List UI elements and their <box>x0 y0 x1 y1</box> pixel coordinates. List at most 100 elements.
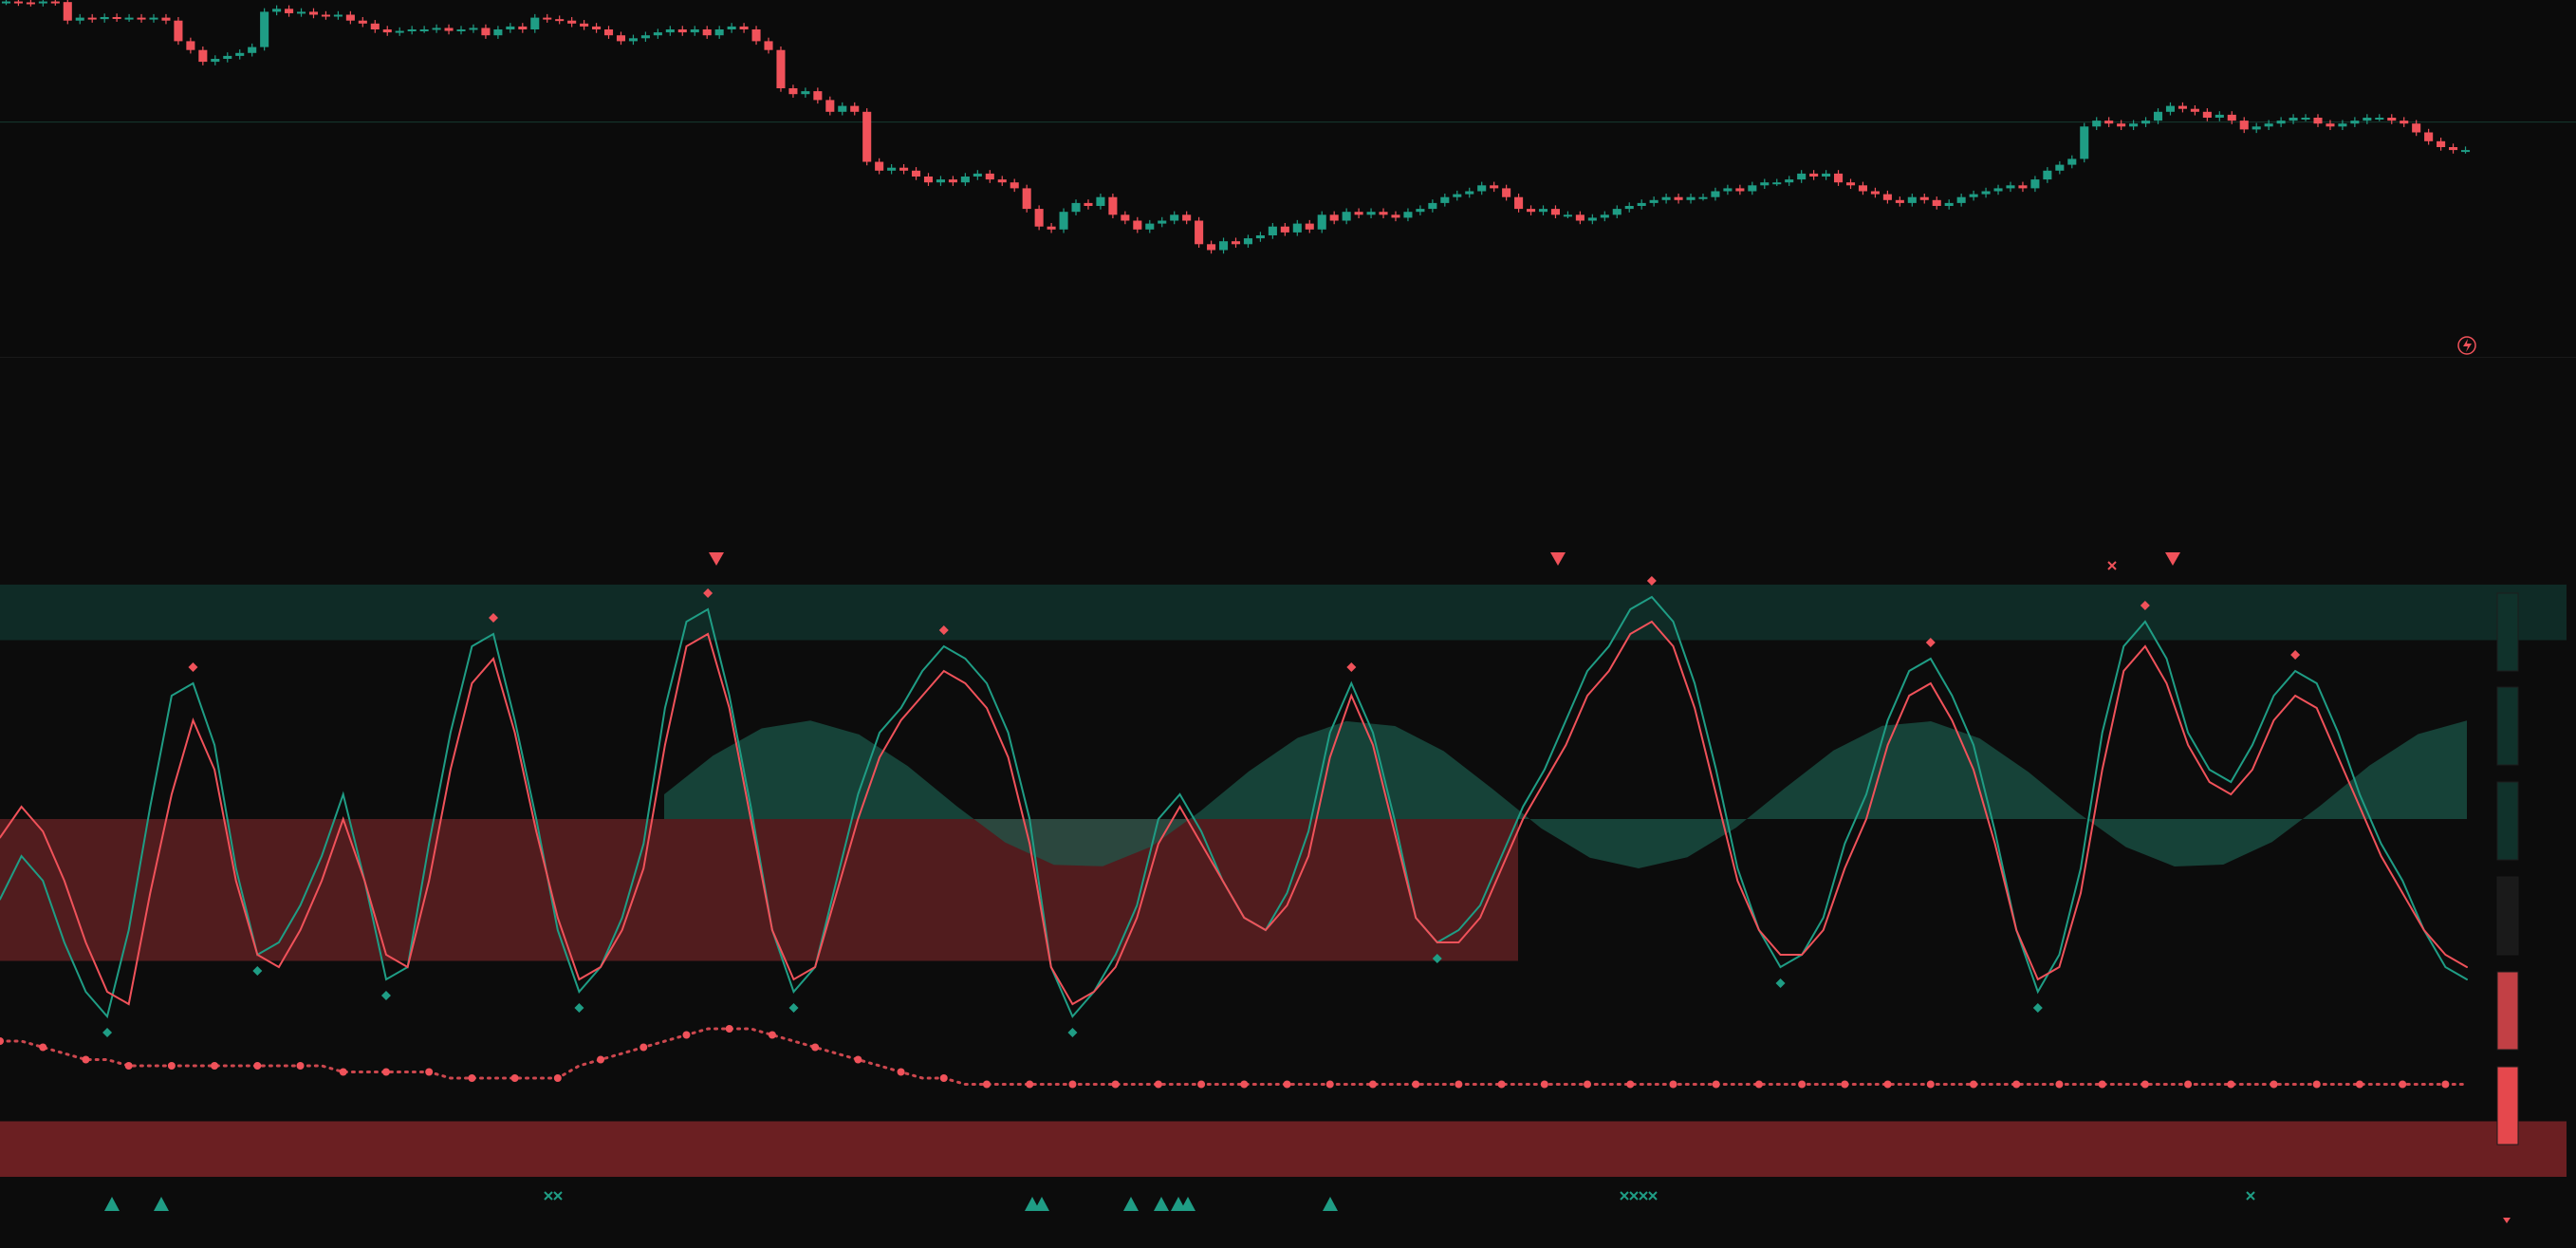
candle-body[interactable] <box>87 17 97 20</box>
candle-body[interactable] <box>1637 202 1646 206</box>
candle-body[interactable] <box>2104 121 2114 124</box>
candle-body[interactable] <box>1034 209 1044 227</box>
candle-body[interactable] <box>333 14 343 17</box>
candle-body[interactable] <box>948 179 957 183</box>
candle-body[interactable] <box>2400 121 2409 124</box>
candle-body[interactable] <box>2129 123 2139 127</box>
candle-body[interactable] <box>1379 212 1388 215</box>
candle-body[interactable] <box>1490 185 1499 189</box>
candle-body[interactable] <box>1071 202 1081 213</box>
candle-body[interactable] <box>739 26 749 29</box>
candle-body[interactable] <box>1870 191 1880 195</box>
candle-body[interactable] <box>2387 118 2397 121</box>
candle-body[interactable] <box>1403 212 1413 218</box>
candle-body[interactable] <box>395 30 404 33</box>
candle-body[interactable] <box>2190 108 2199 112</box>
candle-body[interactable] <box>2276 121 2286 124</box>
candle-body[interactable] <box>419 29 429 31</box>
candle-body[interactable] <box>1600 214 1609 218</box>
candle-body[interactable] <box>776 49 786 88</box>
candle-body[interactable] <box>899 167 909 171</box>
candle-body[interactable] <box>1280 226 1289 233</box>
candle-body[interactable] <box>2326 123 2335 127</box>
candle-body[interactable] <box>1834 173 1844 183</box>
candle-body[interactable] <box>186 41 195 50</box>
candle-body[interactable] <box>1735 188 1745 192</box>
candle-body[interactable] <box>1785 179 1794 183</box>
candle-body[interactable] <box>530 17 540 29</box>
candle-body[interactable] <box>321 14 330 17</box>
candle-body[interactable] <box>1809 173 1819 177</box>
candle-body[interactable] <box>223 55 232 59</box>
candle-body[interactable] <box>616 35 626 42</box>
candle-body[interactable] <box>1354 212 1363 215</box>
candle-body[interactable] <box>665 29 675 33</box>
price-pane[interactable] <box>0 0 2576 357</box>
candle-body[interactable] <box>2449 147 2458 151</box>
candle-body[interactable] <box>1145 223 1155 230</box>
candle-body[interactable] <box>813 91 823 101</box>
candle-body[interactable] <box>50 1 60 4</box>
candle-body[interactable] <box>26 2 35 5</box>
candle-body[interactable] <box>1477 185 1487 192</box>
candle-body[interactable] <box>124 17 134 20</box>
candle-body[interactable] <box>1981 191 1991 195</box>
candle-body[interactable] <box>1969 194 1978 197</box>
candle-body[interactable] <box>1587 217 1597 221</box>
candle-body[interactable] <box>1255 235 1265 239</box>
candle-body[interactable] <box>1686 196 1696 200</box>
candle-body[interactable] <box>285 9 294 13</box>
candle-body[interactable] <box>1563 214 1572 217</box>
candle-body[interactable] <box>2301 118 2310 120</box>
candle-body[interactable] <box>1858 185 1868 192</box>
candle-body[interactable] <box>1649 199 1659 203</box>
candle-body[interactable] <box>518 26 528 29</box>
candle-body[interactable] <box>38 1 47 4</box>
candle-body[interactable] <box>2178 105 2187 109</box>
candle-body[interactable] <box>248 47 257 53</box>
candle-body[interactable] <box>603 29 614 36</box>
candle-body[interactable] <box>2437 140 2446 147</box>
candle-body[interactable] <box>727 26 736 29</box>
candle-body[interactable] <box>137 17 146 20</box>
candle-body[interactable] <box>2289 118 2298 121</box>
candle-body[interactable] <box>1550 209 1561 215</box>
candle-body[interactable] <box>1698 196 1708 199</box>
candle-body[interactable] <box>1612 209 1622 215</box>
candle-body[interactable] <box>1956 196 1966 203</box>
candle-body[interactable] <box>2424 132 2434 141</box>
candle-body[interactable] <box>887 167 897 171</box>
candle-body[interactable] <box>493 29 503 36</box>
candle-body[interactable] <box>936 179 945 183</box>
candle-body[interactable] <box>567 20 577 24</box>
candle-body[interactable] <box>2117 123 2126 127</box>
candle-body[interactable] <box>2313 118 2323 124</box>
candle-body[interactable] <box>751 29 761 42</box>
candle-body[interactable] <box>1010 182 1019 189</box>
candle-body[interactable] <box>2006 185 2015 189</box>
candle-body[interactable] <box>456 29 466 31</box>
candle-body[interactable] <box>1465 191 1474 195</box>
candle-body[interactable] <box>260 11 269 47</box>
candle-body[interactable] <box>1797 173 1807 180</box>
candle-body[interactable] <box>850 105 860 112</box>
candle-body[interactable] <box>764 41 773 50</box>
candle-body[interactable] <box>1342 212 1351 221</box>
candle-body[interactable] <box>370 23 380 29</box>
candle-body[interactable] <box>161 17 171 21</box>
candle-body[interactable] <box>1440 196 1450 203</box>
candle-body[interactable] <box>345 14 355 21</box>
candle-body[interactable] <box>1748 185 1757 192</box>
candle-body[interactable] <box>2264 123 2273 127</box>
candle-body[interactable] <box>1428 202 1437 210</box>
candle-body[interactable] <box>1624 206 1634 210</box>
candle-body[interactable] <box>1993 188 2003 192</box>
candle-body[interactable] <box>432 28 441 30</box>
candle-body[interactable] <box>2092 121 2102 127</box>
candle-body[interactable] <box>469 28 478 30</box>
candle-body[interactable] <box>1575 214 1585 221</box>
candle-body[interactable] <box>911 170 921 177</box>
candle-body[interactable] <box>592 26 602 29</box>
candle-body[interactable] <box>1292 223 1302 233</box>
candle-body[interactable] <box>1 1 11 4</box>
